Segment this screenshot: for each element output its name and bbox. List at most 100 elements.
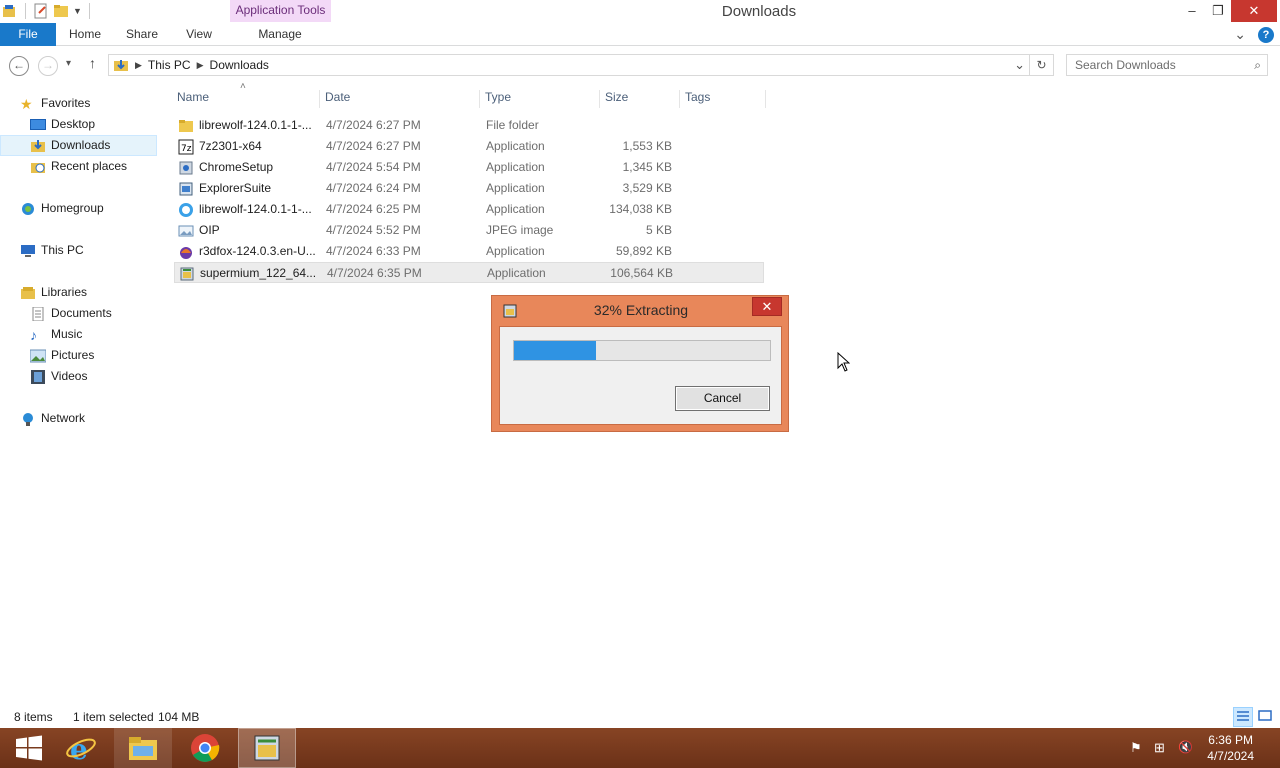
file-date: 4/7/2024 6:27 PM	[326, 139, 421, 153]
explorer-icon[interactable]	[2, 3, 18, 19]
file-row[interactable]: OIP 4/7/2024 5:52 PM JPEG image 5 KB	[174, 220, 764, 241]
nav-pictures[interactable]: Pictures	[0, 345, 157, 366]
nav-label: Homegroup	[41, 201, 104, 215]
forward-button[interactable]: →	[38, 56, 58, 76]
close-button[interactable]: ✕	[1231, 0, 1277, 22]
restore-button[interactable]: ❐	[1203, 0, 1233, 22]
dialog-close-button[interactable]: ✕	[752, 297, 782, 316]
desktop-icon	[30, 118, 46, 130]
file-row[interactable]: 7z 7z2301-x64 4/7/2024 6:27 PM Applicatio…	[174, 136, 764, 157]
file-row[interactable]: ExplorerSuite 4/7/2024 6:24 PM Applicati…	[174, 178, 764, 199]
file-row[interactable]: r3dfox-124.0.3.en-U... 4/7/2024 6:33 PM …	[174, 241, 764, 262]
cancel-button[interactable]: Cancel	[675, 386, 770, 411]
file-size: 59,892 KB	[615, 244, 672, 258]
file-type: Application	[487, 266, 546, 280]
extract-progress-dialog: 32% Extracting ✕ Cancel	[491, 295, 789, 432]
clock-time: 6:36 PM	[1208, 733, 1253, 747]
file-type: Application	[486, 244, 545, 258]
librewolf-icon	[179, 202, 193, 217]
nav-network[interactable]: Network	[0, 408, 157, 429]
context-tab-application-tools: Application Tools	[230, 0, 331, 22]
up-button[interactable]: ↑	[89, 55, 96, 71]
action-center-icon[interactable]: ⚑	[1130, 740, 1142, 756]
window-title: Downloads	[721, 3, 797, 20]
nav-this-pc[interactable]: This PC	[0, 240, 157, 261]
breadcrumb-this-pc[interactable]: This PC	[148, 58, 191, 72]
taskbar: e ⚑ ⊞ 🔇 6:36 PM 4/7/2024	[0, 728, 1280, 768]
file-size: 3,529 KB	[622, 181, 672, 195]
pictures-icon	[30, 349, 46, 362]
nav-homegroup[interactable]: Homegroup	[0, 198, 157, 219]
file-row[interactable]: librewolf-124.0.1-1-... 4/7/2024 6:27 PM…	[174, 115, 764, 136]
homegroup-icon	[22, 202, 34, 215]
nav-libraries[interactable]: Libraries	[0, 282, 157, 303]
file-type: File folder	[486, 118, 539, 132]
address-dropdown-icon[interactable]: ⌄	[1014, 57, 1025, 73]
large-icons-view-icon	[1258, 710, 1272, 721]
computer-icon	[21, 244, 35, 257]
nav-videos[interactable]: Videos	[0, 366, 157, 387]
column-header-size[interactable]: Size	[602, 90, 680, 108]
tab-share[interactable]: Share	[120, 23, 164, 46]
libraries-icon	[21, 286, 35, 299]
nav-label: Downloads	[51, 138, 111, 152]
progress-fill	[514, 341, 596, 360]
volume-muted-icon[interactable]: 🔇	[1178, 740, 1193, 754]
selection-size: 104 MB	[158, 710, 200, 724]
file-date: 4/7/2024 6:25 PM	[326, 202, 421, 216]
column-header-type[interactable]: Type	[482, 90, 600, 108]
image-icon	[178, 225, 194, 236]
tab-home[interactable]: Home	[62, 23, 108, 46]
details-view-button[interactable]	[1233, 707, 1253, 727]
column-header-name[interactable]: Name	[174, 90, 320, 108]
column-header-tags[interactable]: Tags	[682, 90, 766, 108]
network-tray-icon[interactable]: ⊞	[1154, 740, 1165, 756]
recent-places-icon	[31, 162, 45, 173]
downloads-folder-icon	[31, 139, 45, 152]
taskbar-file-explorer[interactable]	[114, 728, 172, 768]
refresh-button[interactable]: ↻	[1030, 54, 1054, 76]
tab-file[interactable]: File	[0, 23, 56, 46]
customize-quick-access-icon[interactable]: ▼	[73, 6, 82, 16]
start-button[interactable]	[0, 728, 58, 768]
breadcrumb-downloads[interactable]: Downloads	[210, 58, 269, 72]
nav-recent-places[interactable]: Recent places	[0, 156, 157, 177]
tab-manage[interactable]: Manage	[246, 23, 314, 46]
separator	[25, 3, 26, 19]
file-row[interactable]: ChromeSetup 4/7/2024 5:54 PM Application…	[174, 157, 764, 178]
file-row[interactable]: librewolf-124.0.1-1-... 4/7/2024 6:25 PM…	[174, 199, 764, 220]
new-folder-icon[interactable]	[53, 3, 69, 19]
file-date: 4/7/2024 6:27 PM	[326, 118, 421, 132]
file-name: r3dfox-124.0.3.en-U...	[199, 244, 316, 258]
search-input[interactable]: Search Downloads ⌕	[1066, 54, 1268, 76]
taskbar-installer[interactable]	[238, 728, 296, 768]
large-icons-view-button[interactable]	[1256, 707, 1276, 727]
back-button[interactable]: ←	[9, 56, 29, 76]
address-bar[interactable]: ▶ This PC ▶ Downloads ⌄	[108, 54, 1030, 76]
folder-icon	[179, 119, 193, 132]
dialog-body: Cancel	[499, 326, 782, 425]
nav-favorites[interactable]: ★ Favorites	[0, 93, 157, 114]
nav-label: Desktop	[51, 117, 96, 131]
recent-locations-icon[interactable]: ▾	[66, 58, 71, 69]
taskbar-clock[interactable]: 6:36 PM 4/7/2024	[1207, 732, 1254, 764]
nav-documents[interactable]: Documents	[0, 303, 157, 324]
column-header-date[interactable]: Date	[322, 90, 480, 108]
help-icon[interactable]: ?	[1258, 26, 1274, 43]
file-explorer-icon	[129, 737, 157, 760]
search-icon[interactable]: ⌕	[1254, 55, 1261, 75]
properties-icon[interactable]	[33, 3, 49, 19]
file-row-selected[interactable]: supermium_122_64... 4/7/2024 6:35 PM App…	[174, 262, 764, 283]
nav-downloads[interactable]: Downloads	[0, 135, 157, 156]
search-placeholder: Search Downloads	[1075, 58, 1176, 72]
taskbar-chrome[interactable]	[176, 728, 234, 768]
nav-label: Videos	[51, 369, 88, 383]
taskbar-internet-explorer[interactable]: e	[52, 728, 110, 768]
nav-desktop[interactable]: Desktop	[0, 114, 157, 135]
selection-info: 1 item selected	[73, 710, 154, 724]
tab-view[interactable]: View	[178, 23, 220, 46]
nav-music[interactable]: ♪ Music	[0, 324, 157, 345]
windows-logo-icon	[16, 735, 42, 761]
ribbon-controls: ⌄ ?	[1234, 26, 1274, 43]
expand-ribbon-icon[interactable]: ⌄	[1234, 26, 1246, 43]
